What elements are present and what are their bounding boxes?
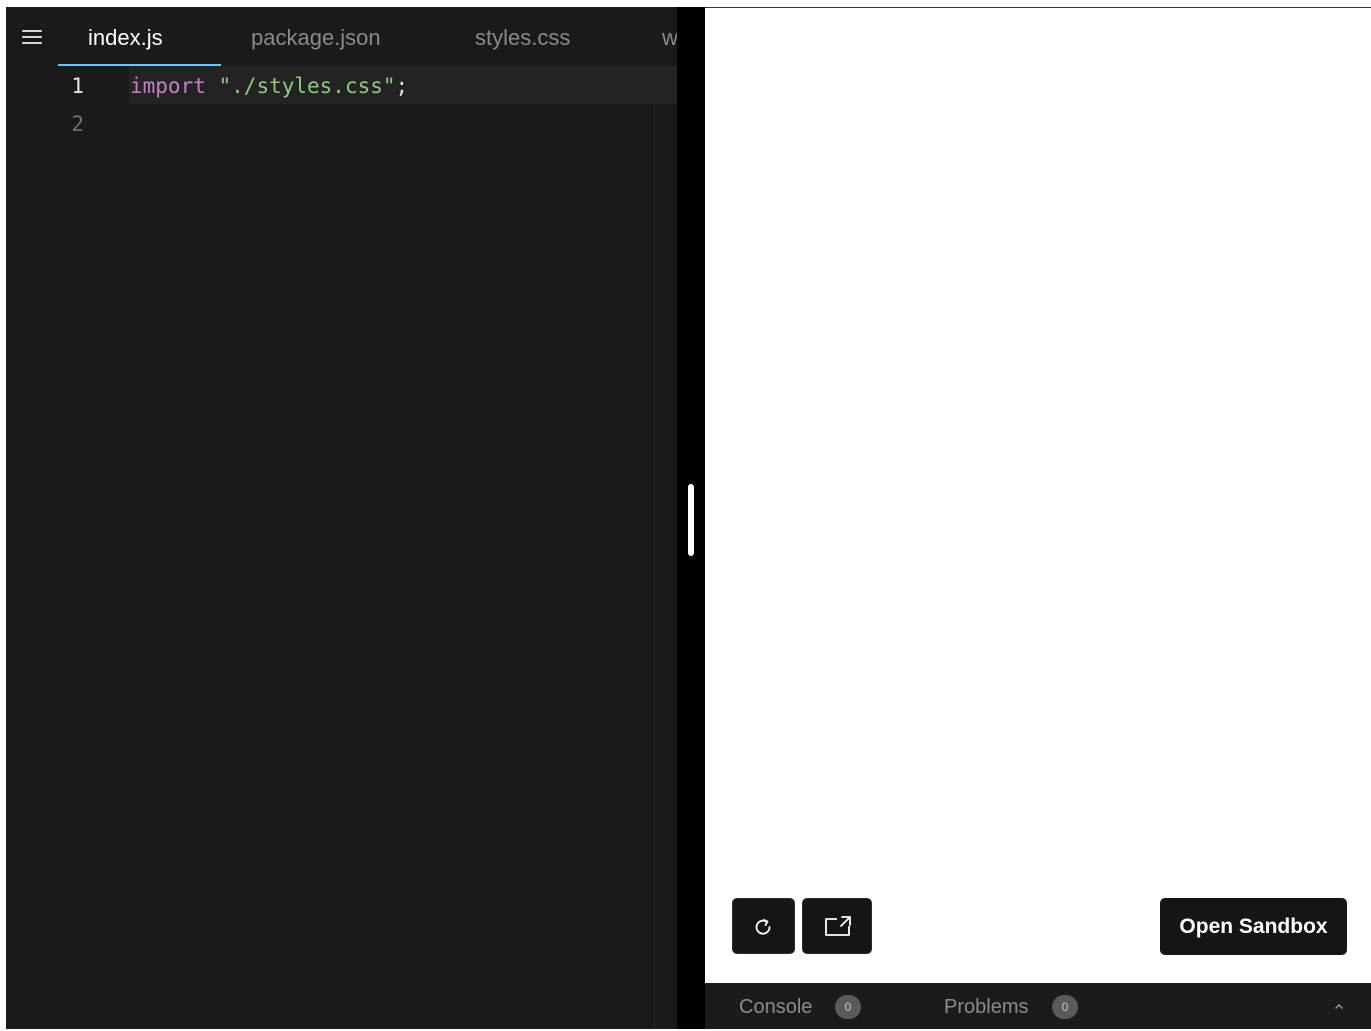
pane-divider xyxy=(677,7,705,1029)
console-tab-label: Console xyxy=(739,996,813,1018)
tab-styles-css[interactable]: styles.css xyxy=(475,7,570,66)
code-string: "./styles.css" xyxy=(218,74,396,98)
console-count-badge: 0 xyxy=(835,995,861,1019)
refresh-icon xyxy=(755,919,771,935)
problems-count-badge: 0 xyxy=(1052,995,1078,1019)
code-punctuation: ; xyxy=(395,74,409,98)
open-new-window-icon xyxy=(825,916,851,936)
code-keyword: import xyxy=(130,74,206,98)
tab-package-json[interactable]: package.json xyxy=(251,7,381,66)
code-line-1[interactable]: import "./styles.css"; xyxy=(130,67,408,105)
code-editor-pane: index.js package.json styles.css w 1 2 i… xyxy=(6,7,677,1029)
tab-overflow-file[interactable]: w xyxy=(662,7,677,66)
resize-handle[interactable] xyxy=(688,484,694,556)
problems-tab[interactable]: Problems xyxy=(944,983,1028,1029)
open-sandbox-button[interactable]: Open Sandbox xyxy=(1160,898,1347,955)
problems-tab-label: Problems xyxy=(944,996,1029,1018)
preview-content xyxy=(705,8,1371,983)
chevron-up-icon[interactable] xyxy=(1332,999,1346,1013)
line-number: 2 xyxy=(71,112,84,136)
preview-pane: Open Sandbox Console 0 Problems 0 xyxy=(705,8,1371,1029)
code-area[interactable]: 1 2 import "./styles.css"; xyxy=(6,66,677,1029)
console-tab[interactable]: Console xyxy=(739,983,812,1029)
sandbox-embed: index.js package.json styles.css w 1 2 i… xyxy=(0,0,1371,1029)
refresh-button[interactable] xyxy=(732,898,795,954)
tab-index-js[interactable]: index.js xyxy=(88,7,163,66)
line-number: 1 xyxy=(71,74,84,98)
devtools-bar: Console 0 Problems 0 xyxy=(705,983,1371,1029)
open-in-new-window-button[interactable] xyxy=(802,898,872,954)
file-tab-bar: index.js package.json styles.css w xyxy=(6,7,677,66)
editor-scroll-edge xyxy=(654,66,655,1029)
hamburger-menu-icon[interactable] xyxy=(20,27,44,47)
